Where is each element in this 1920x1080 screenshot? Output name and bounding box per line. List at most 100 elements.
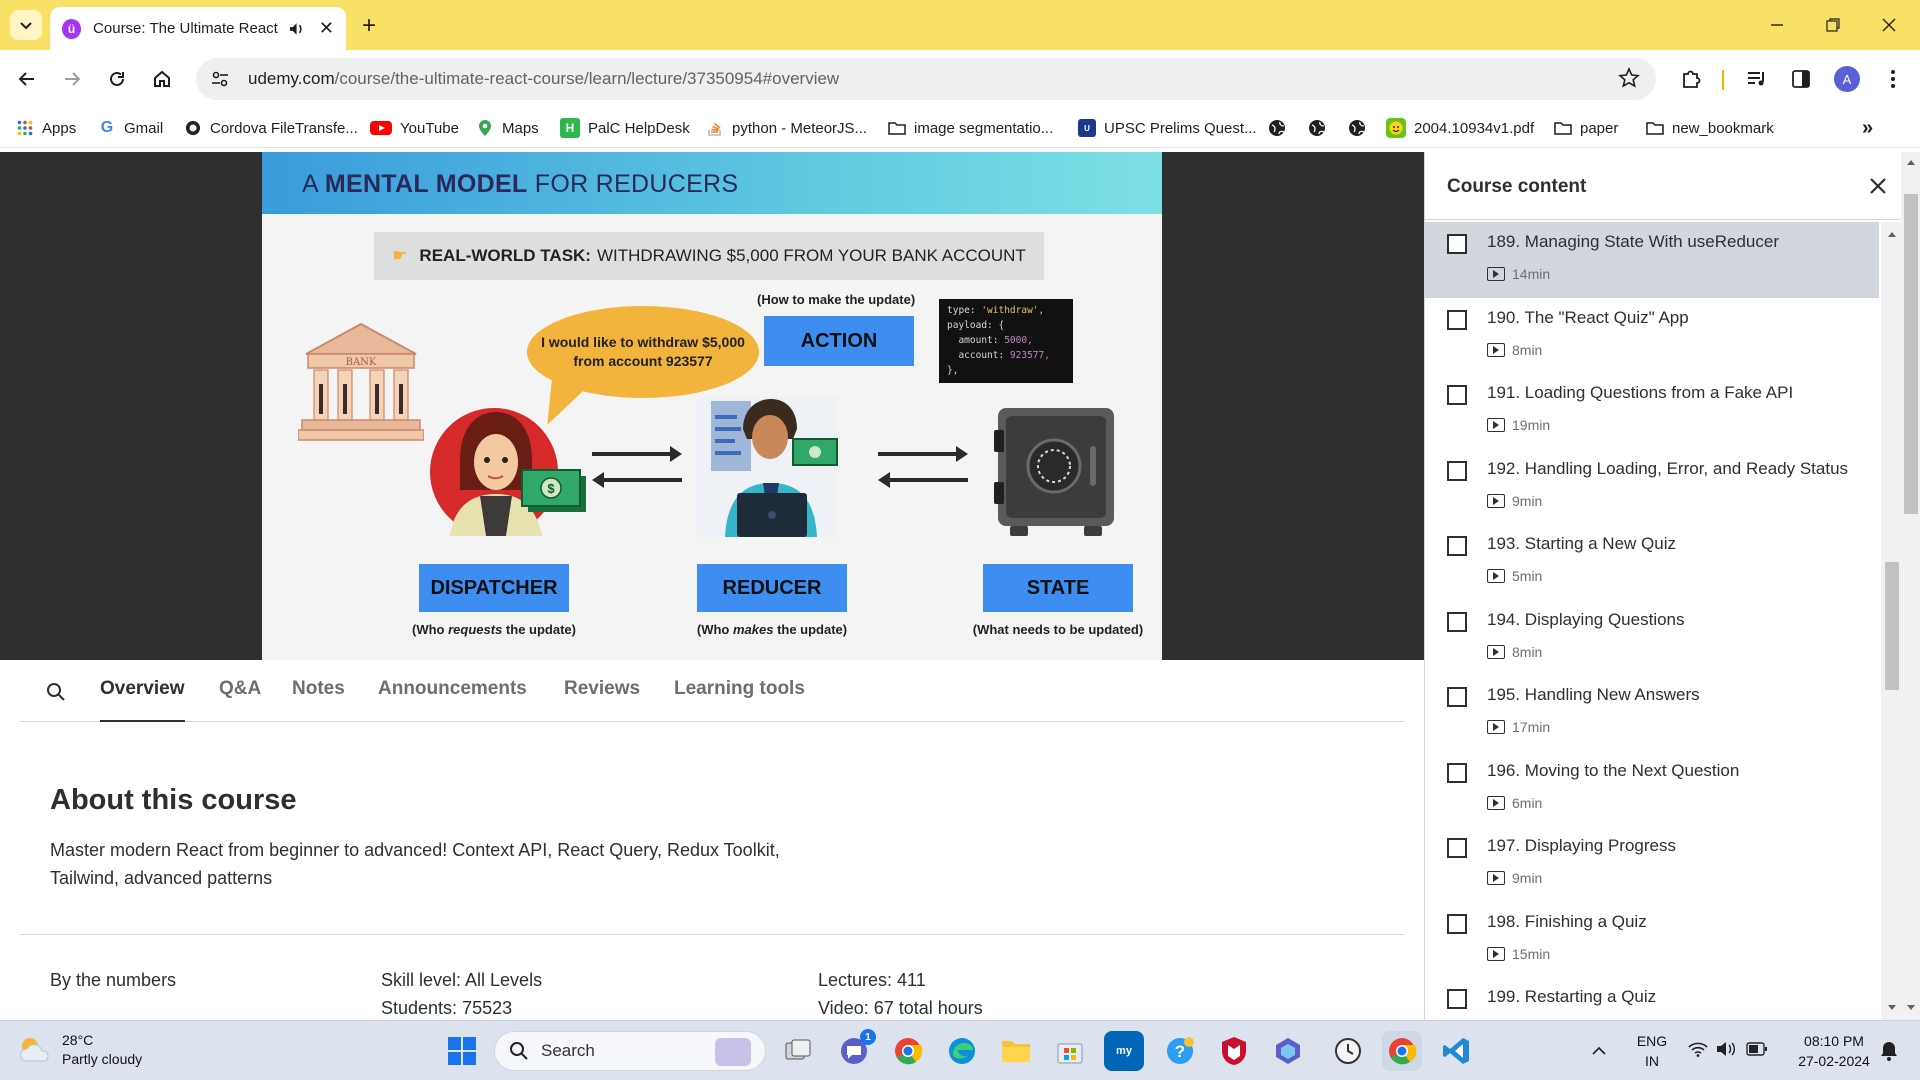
- lecture-checkbox[interactable]: [1447, 687, 1467, 707]
- bookmark-python-meteorjs[interactable]: python - MeteorJS...: [706, 116, 867, 140]
- video-player[interactable]: A MENTAL MODEL FOR REDUCERS ☛ REAL-WORLD…: [0, 152, 1424, 660]
- lecture-item[interactable]: 198. Finishing a Quiz 15min: [1425, 902, 1879, 978]
- lecture-item[interactable]: 191. Loading Questions from a Fake API 19…: [1425, 373, 1879, 449]
- vscode-app[interactable]: [1436, 1031, 1476, 1071]
- teams-app[interactable]: 1: [834, 1029, 876, 1071]
- tab-reviews[interactable]: Reviews: [564, 678, 640, 722]
- lecture-checkbox[interactable]: [1447, 989, 1467, 1009]
- lecture-item[interactable]: 194. Displaying Questions 8min: [1425, 600, 1879, 676]
- bookmark-arxiv-pdf[interactable]: 2004.10934v1.pdf: [1386, 116, 1534, 140]
- file-explorer-app[interactable]: [996, 1031, 1036, 1071]
- edge-app[interactable]: [942, 1031, 982, 1071]
- bookmark-image-segmentation[interactable]: image segmentatio...: [888, 116, 1053, 140]
- myhp-app[interactable]: my: [1104, 1031, 1144, 1071]
- battery-icon[interactable]: [1746, 1042, 1768, 1056]
- tab-search-button[interactable]: [10, 10, 42, 40]
- weather-widget[interactable]: 28°C Partly cloudy: [18, 1031, 142, 1069]
- dispatcher-box: DISPATCHER: [419, 564, 569, 612]
- bookmark-globe-2[interactable]: [1308, 116, 1334, 140]
- bookmark-palc-helpdesk[interactable]: H PalC HelpDesk: [560, 116, 690, 140]
- lecture-item[interactable]: 192. Handling Loading, Error, and Ready …: [1425, 449, 1879, 525]
- input-language[interactable]: ENG IN: [1636, 1031, 1668, 1071]
- side-panel-button[interactable]: [1786, 64, 1816, 94]
- bookmark-paper[interactable]: paper: [1554, 116, 1618, 140]
- page-scroll-thumb[interactable]: [1904, 194, 1918, 514]
- tab-learning-tools[interactable]: Learning tools: [674, 678, 805, 722]
- bookmark-star-icon[interactable]: [1618, 67, 1640, 89]
- lecture-item[interactable]: 196. Moving to the Next Question 6min: [1425, 751, 1879, 827]
- tab-qa[interactable]: Q&A: [219, 678, 261, 722]
- bookmark-upsc-prelims[interactable]: U UPSC Prelims Quest...: [1078, 116, 1257, 140]
- bookmark-apps[interactable]: Apps: [16, 116, 76, 140]
- bookmark-youtube[interactable]: YouTube: [370, 116, 459, 140]
- lecture-item[interactable]: 195. Handling New Answers 17min: [1425, 675, 1879, 751]
- extensions-button[interactable]: [1676, 64, 1706, 94]
- lecture-checkbox[interactable]: [1447, 309, 1467, 330]
- scroll-down-icon[interactable]: [1887, 1004, 1897, 1012]
- reload-button[interactable]: [102, 64, 132, 94]
- page-scrollbar[interactable]: [1901, 152, 1920, 1020]
- tab-close-icon[interactable]: ✕: [319, 18, 334, 39]
- copilot-app[interactable]: [1268, 1031, 1308, 1071]
- lecture-item[interactable]: 189. Managing State With useReducer 14min: [1425, 222, 1879, 298]
- wifi-icon[interactable]: [1688, 1041, 1708, 1057]
- page-scroll-down-icon[interactable]: [1906, 1004, 1916, 1012]
- close-sidebar-icon[interactable]: [1866, 174, 1890, 198]
- mcafee-app[interactable]: [1214, 1031, 1254, 1071]
- bookmark-globe-3[interactable]: [1348, 116, 1374, 140]
- speaker-icon[interactable]: [288, 20, 305, 38]
- chrome-app[interactable]: [888, 1031, 928, 1071]
- restore-button[interactable]: [1808, 8, 1858, 42]
- tab-notes[interactable]: Notes: [292, 678, 345, 722]
- lecture-item[interactable]: 199. Restarting a Quiz: [1425, 977, 1879, 1020]
- more-bookmarks-chevron-icon[interactable]: »: [1862, 116, 1873, 140]
- taskbar-search[interactable]: Search: [494, 1031, 766, 1071]
- notification-bell-icon[interactable]: [1880, 1041, 1898, 1061]
- system-clock[interactable]: 08:10 PM 27-02-2024: [1786, 1031, 1882, 1071]
- lecture-checkbox[interactable]: [1447, 460, 1467, 481]
- task-view-button[interactable]: [778, 1031, 818, 1071]
- bookmark-maps[interactable]: Maps: [476, 116, 539, 140]
- microsoft-store-app[interactable]: [1050, 1031, 1090, 1071]
- media-controls-button[interactable]: [1742, 64, 1772, 94]
- close-window-button[interactable]: [1864, 8, 1914, 42]
- browser-tab-active[interactable]: ü Course: The Ultimate React ✕: [50, 7, 346, 50]
- kebab-menu-icon: [1891, 70, 1895, 88]
- help-app[interactable]: ?: [1160, 1031, 1200, 1071]
- minimize-button[interactable]: [1752, 8, 1802, 42]
- lecture-item[interactable]: 193. Starting a New Quiz 5min: [1425, 524, 1879, 600]
- forward-button[interactable]: [57, 64, 87, 94]
- bookmark-cordova[interactable]: Cordova FileTransfe...: [184, 116, 358, 140]
- volume-icon[interactable]: [1716, 1041, 1738, 1057]
- back-button[interactable]: [12, 64, 42, 94]
- chrome-menu-button[interactable]: [1878, 64, 1908, 94]
- lecture-checkbox[interactable]: [1447, 838, 1467, 858]
- bookmark-globe-1[interactable]: [1268, 116, 1294, 140]
- lecture-item[interactable]: 197. Displaying Progress 9min: [1425, 826, 1879, 902]
- show-hidden-icons-chevron-icon[interactable]: [1592, 1045, 1606, 1055]
- bookmark-new-bookmark[interactable]: new_bookmark: [1646, 116, 1774, 140]
- lecture-list-scroll-thumb[interactable]: [1885, 562, 1899, 690]
- tab-overview[interactable]: Overview: [100, 678, 185, 722]
- site-info-icon[interactable]: [208, 67, 232, 91]
- address-bar[interactable]: udemy.com/course/the-ultimate-react-cour…: [196, 58, 1656, 100]
- lecture-checkbox[interactable]: [1447, 611, 1467, 632]
- search-lectures-button[interactable]: [46, 682, 66, 707]
- lecture-checkbox[interactable]: [1447, 385, 1467, 405]
- clock-app[interactable]: [1328, 1031, 1368, 1071]
- home-button[interactable]: [147, 64, 177, 94]
- lecture-checkbox[interactable]: [1447, 234, 1467, 254]
- start-button[interactable]: [442, 1031, 482, 1071]
- new-tab-button[interactable]: +: [355, 12, 383, 40]
- tab-announcements[interactable]: Announcements: [378, 678, 527, 722]
- bookmark-gmail[interactable]: G Gmail: [98, 116, 163, 140]
- page-scroll-up-icon[interactable]: [1906, 158, 1916, 166]
- scroll-up-icon[interactable]: [1887, 230, 1897, 238]
- chrome-active-app[interactable]: [1382, 1031, 1422, 1071]
- profile-button[interactable]: A: [1832, 64, 1862, 94]
- lecture-item[interactable]: 190. The "React Quiz" App 8min: [1425, 298, 1879, 374]
- lecture-checkbox[interactable]: [1447, 913, 1467, 934]
- lecture-checkbox[interactable]: [1447, 762, 1467, 783]
- lecture-list-scrollbar[interactable]: [1881, 222, 1903, 1020]
- lecture-checkbox[interactable]: [1447, 536, 1467, 556]
